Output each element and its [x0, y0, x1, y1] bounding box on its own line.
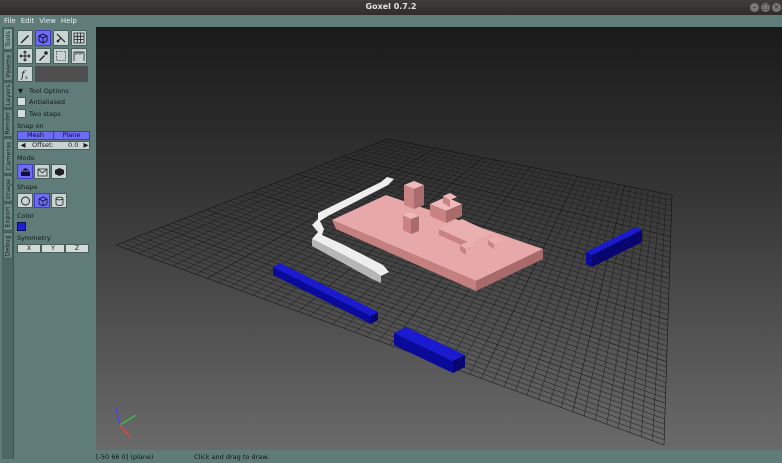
symmetry-y-toggle[interactable]: Y: [41, 244, 65, 253]
tab-layers[interactable]: Layers: [3, 82, 13, 108]
mode-paint-button[interactable]: [51, 164, 67, 179]
menu-help[interactable]: Help: [61, 17, 77, 25]
tab-label: Export: [4, 206, 12, 228]
tools-panel: fx ▼ Tool Options Antialiased Two steps …: [14, 27, 94, 459]
shape-label: Shape: [17, 183, 38, 191]
tab-cameras[interactable]: Cameras: [3, 138, 13, 174]
shape-cylinder-button[interactable]: [51, 193, 67, 208]
tab-label: Layers: [4, 84, 13, 106]
tab-debug[interactable]: Debug: [3, 232, 13, 259]
tool-options-collapse-icon[interactable]: ▼: [18, 87, 23, 95]
antialiased-checkbox[interactable]: [17, 97, 26, 106]
color-label: Color: [17, 212, 34, 220]
mode-add-icon: [20, 167, 30, 176]
offset-increase-icon[interactable]: ▶: [82, 142, 90, 149]
tab-label: Image: [4, 178, 13, 199]
pick-color-tool-button[interactable]: [35, 48, 51, 64]
tab-label: Render: [4, 111, 13, 135]
mode-label: Mode: [17, 154, 35, 162]
procedural-tool-button[interactable]: fx: [17, 66, 33, 82]
shape-sphere-button[interactable]: [17, 193, 33, 208]
status-hint: Click and drag to draw.: [194, 453, 269, 461]
brush-tool-button[interactable]: [17, 30, 33, 46]
tool-options-header: Tool Options: [29, 87, 69, 95]
snap-on-label: Snap on: [17, 122, 44, 130]
tools-grid-empty-area: [35, 66, 88, 82]
side-tabs: Tools Palette Layers Render Cameras Imag…: [2, 27, 14, 459]
selection-icon: [56, 51, 66, 61]
color-swatch[interactable]: [17, 222, 26, 231]
status-bar: [-50 66 0] (plane) Click and drag to dra…: [96, 450, 782, 463]
cube-shape-icon: [38, 196, 47, 206]
selection-tool-button[interactable]: [53, 48, 69, 64]
mode-sub-button[interactable]: [34, 164, 50, 179]
ground-grid: [115, 138, 673, 446]
shape-cube-button[interactable]: [34, 193, 50, 208]
viewport-scene: [115, 138, 673, 446]
measure-tool-button[interactable]: [71, 48, 87, 64]
window-title: Goxel 0.7.2: [365, 2, 417, 11]
function-icon: fx: [20, 70, 28, 80]
tab-label: Cameras: [4, 141, 12, 171]
title-bar: Goxel 0.7.2 – □ ×: [0, 0, 782, 15]
menu-edit[interactable]: Edit: [21, 17, 35, 25]
snap-plane-toggle[interactable]: Plane: [53, 131, 90, 140]
offset-decrease-icon[interactable]: ◀: [19, 142, 27, 149]
symmetry-label: Symmetry: [17, 234, 51, 242]
3d-viewport[interactable]: [96, 27, 782, 450]
snap-mesh-toggle[interactable]: Mesh: [17, 131, 54, 140]
menu-view[interactable]: View: [39, 17, 56, 25]
tab-label: Palette: [4, 54, 13, 78]
svg-text:x: x: [25, 75, 28, 80]
offset-value: 0.0: [68, 141, 79, 149]
measure-icon: [73, 51, 85, 61]
move-icon: [19, 50, 31, 62]
tab-palette[interactable]: Palette: [3, 51, 13, 81]
cube-icon: [38, 33, 48, 44]
tab-label: Debug: [4, 234, 13, 257]
tab-image[interactable]: Image: [3, 175, 13, 202]
tab-label: Tools: [4, 30, 13, 48]
snap-offset-field[interactable]: ◀ Offset: 0.0 ▶: [17, 141, 90, 150]
laser-icon: [56, 33, 66, 43]
cylinder-icon: [55, 196, 63, 206]
voxel-bar-blue-center: [394, 327, 465, 373]
mode-sub-icon: [37, 168, 47, 176]
mode-paint-icon: [54, 167, 64, 176]
minimize-icon[interactable]: –: [750, 3, 759, 12]
shape-tool-button[interactable]: [35, 30, 51, 46]
tab-render[interactable]: Render: [3, 109, 13, 137]
plane-tool-button[interactable]: [71, 30, 87, 46]
two-steps-label: Two steps: [29, 110, 61, 118]
pencil-icon: [20, 35, 29, 44]
move-tool-button[interactable]: [17, 48, 33, 64]
tab-tools[interactable]: Tools: [3, 28, 13, 50]
cursor-position: [-50 66 0] (plane): [96, 453, 154, 461]
offset-label: Offset:: [32, 141, 54, 149]
sphere-icon: [20, 196, 30, 205]
two-steps-checkbox[interactable]: [17, 109, 26, 118]
axis-gizmo: [115, 407, 137, 438]
mode-add-button[interactable]: [17, 164, 33, 179]
menu-file[interactable]: File: [4, 17, 16, 25]
tab-export[interactable]: Export: [3, 203, 13, 231]
goxel-window: Goxel 0.7.2 – □ × File Edit View Help To…: [0, 0, 782, 463]
grid-icon: [73, 32, 85, 44]
symmetry-x-toggle[interactable]: X: [17, 244, 41, 253]
symmetry-z-toggle[interactable]: Z: [65, 244, 89, 253]
laser-tool-button[interactable]: [53, 30, 69, 46]
menu-bar: File Edit View Help: [0, 15, 782, 26]
eyedropper-icon: [39, 51, 48, 61]
maximize-icon[interactable]: □: [761, 3, 770, 12]
antialiased-label: Antialiased: [29, 98, 66, 106]
close-icon[interactable]: ×: [772, 3, 781, 12]
